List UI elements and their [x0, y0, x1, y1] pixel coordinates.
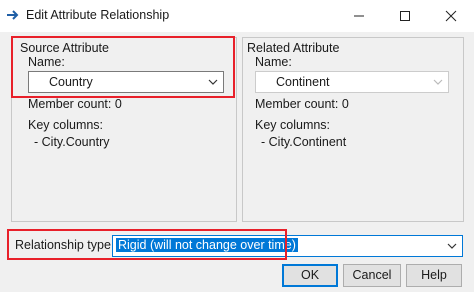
- related-group-label: Related Attribute: [247, 41, 340, 55]
- maximize-icon: [400, 11, 410, 21]
- close-icon: [445, 10, 457, 22]
- related-name-value: Continent: [276, 75, 330, 89]
- help-button[interactable]: Help: [406, 264, 462, 287]
- source-name-label: Name:: [28, 55, 65, 69]
- related-key-column: - City.Continent: [261, 135, 347, 149]
- title-bar: Edit Attribute Relationship: [0, 0, 474, 32]
- window-title: Edit Attribute Relationship: [26, 8, 170, 22]
- source-name-dropdown[interactable]: Country: [28, 71, 224, 93]
- source-attribute-group: Source Attribute Name: Country Member co…: [11, 37, 237, 222]
- related-member-count: Member count: 0: [255, 97, 349, 111]
- chevron-down-icon: [433, 79, 443, 85]
- close-button[interactable]: [428, 0, 474, 32]
- maximize-button[interactable]: [382, 0, 428, 32]
- minimize-icon: [354, 15, 364, 17]
- arrow-right-icon: [7, 10, 19, 20]
- cancel-button[interactable]: Cancel: [343, 264, 401, 287]
- relationship-type-dropdown[interactable]: Rigid (will not change over time): [112, 235, 463, 257]
- source-member-count: Member count: 0: [28, 97, 122, 111]
- related-attribute-group: Related Attribute Name: Continent Member…: [242, 37, 464, 222]
- relationship-type-value: Rigid (will not change over time): [116, 238, 298, 252]
- source-key-column: - City.Country: [34, 135, 110, 149]
- chevron-down-icon: [208, 79, 218, 85]
- chevron-down-icon: [447, 243, 457, 249]
- source-key-columns-label: Key columns:: [28, 118, 104, 132]
- minimize-button[interactable]: [336, 0, 382, 32]
- related-name-label: Name:: [255, 55, 292, 69]
- relationship-type-label: Relationship type:: [15, 238, 115, 252]
- source-name-value: Country: [49, 75, 93, 89]
- source-group-label: Source Attribute: [20, 41, 109, 55]
- related-key-columns-label: Key columns:: [255, 118, 331, 132]
- related-name-dropdown: Continent: [255, 71, 449, 93]
- ok-button[interactable]: OK: [282, 264, 338, 287]
